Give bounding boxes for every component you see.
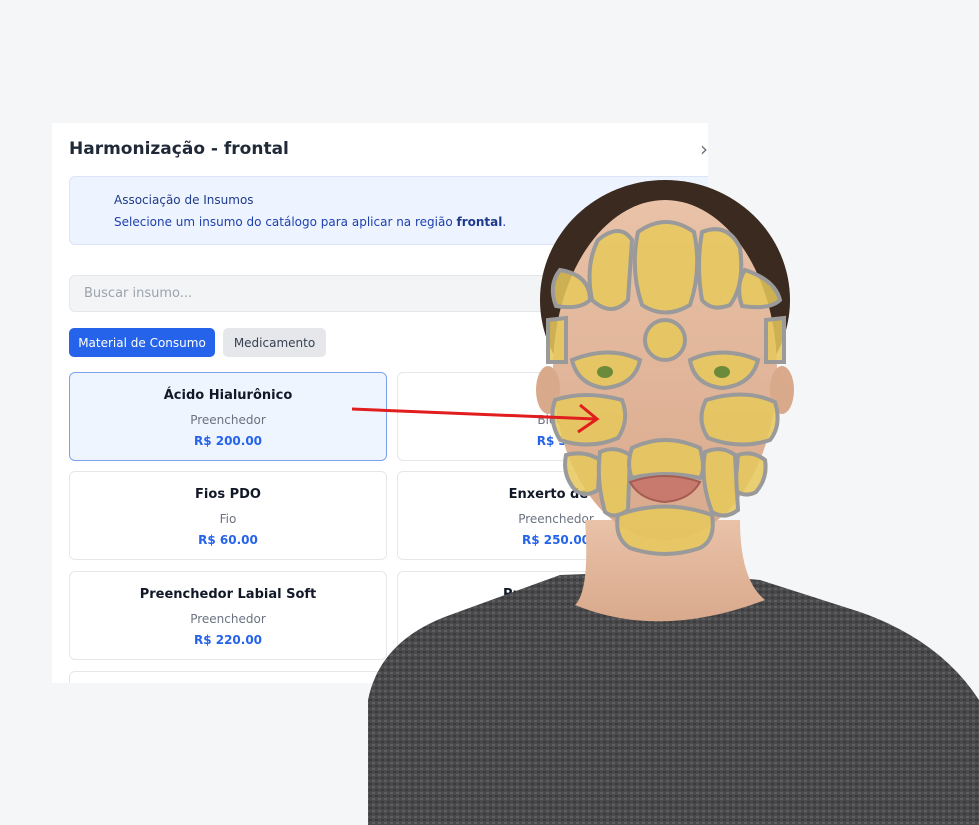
insumo-name: Preenchedor Labial Soft xyxy=(139,587,317,602)
search-input[interactable] xyxy=(69,275,708,312)
eye-right-iris xyxy=(714,366,730,378)
insumo-category: Preenchedor xyxy=(518,512,594,526)
insumo-card[interactable]: Preenchedor L xyxy=(397,571,708,660)
chevron-right-icon[interactable]: › xyxy=(700,137,708,161)
zone-lateral-right xyxy=(764,315,786,364)
info-text: Selecione um insumo do catálogo para apl… xyxy=(114,215,506,229)
insumo-card[interactable] xyxy=(69,671,387,683)
insumo-name: Ácido Hialurônico xyxy=(163,388,293,403)
insumo-category: Fio xyxy=(219,512,237,526)
insumo-category: Preenchedor xyxy=(190,612,266,626)
insumo-card[interactable]: Preenchedor Labial Soft Preenchedor R$ 2… xyxy=(69,571,387,660)
zone-jaw-right-1 xyxy=(732,451,768,497)
insumo-card[interactable]: Ácido Hialurônico Preenchedor R$ 200.00 xyxy=(69,372,387,461)
insumo-name: Enxerto de G xyxy=(508,487,604,502)
insumo-name: Fios PDO xyxy=(195,487,261,502)
insumo-card[interactable]: Enxerto de G Preenchedor R$ 250.00 xyxy=(397,471,708,560)
info-box: Associação de Insumos Selecione um insum… xyxy=(69,176,708,245)
zone-jaw-right-2 xyxy=(701,447,741,518)
insumo-card[interactable]: Fios PDO Fio R$ 60.00 xyxy=(69,471,387,560)
panel-title: Harmonização - frontal xyxy=(69,139,289,159)
insumo-price: R$ 200.00 xyxy=(193,434,263,448)
tab-material-de-consumo[interactable]: Material de Consumo xyxy=(69,328,215,357)
insumo-price: R$ 250.00 xyxy=(521,533,591,547)
info-text-prefix: Selecione um insumo do catálogo para apl… xyxy=(114,215,457,229)
insumo-category: Preenchedor xyxy=(190,413,266,427)
info-text-suffix: . xyxy=(502,215,507,229)
insumo-panel: Harmonização - frontal › Associação de I… xyxy=(52,123,708,683)
zone-temple-right xyxy=(737,267,783,310)
insumo-card[interactable]: Ra Bioest R$ 30 xyxy=(397,372,708,461)
insumo-price: R$ 220.00 xyxy=(193,633,263,647)
info-title: Associação de Insumos xyxy=(114,193,254,207)
insumo-price: R$ 30 xyxy=(536,434,576,448)
insumo-name: Preenchedor L xyxy=(502,587,610,602)
tab-medicamento[interactable]: Medicamento xyxy=(223,328,326,357)
ear-right xyxy=(770,366,794,414)
insumo-category: Bioest xyxy=(537,413,575,427)
info-region: frontal xyxy=(456,215,503,229)
insumo-price: R$ 60.00 xyxy=(198,533,258,547)
zone-cheek-right xyxy=(699,392,780,447)
insumo-name: Ra xyxy=(546,388,566,403)
